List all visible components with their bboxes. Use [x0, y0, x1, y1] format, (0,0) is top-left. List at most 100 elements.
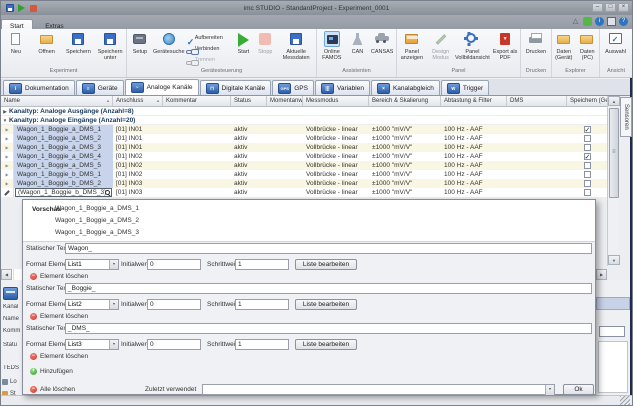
layout-icon[interactable]	[607, 17, 616, 26]
col-header-momentanwert[interactable]: Momentanwert	[267, 96, 303, 106]
table-row[interactable]: ▶ Wagon_1_Boggie_b_DMS_2 [01] IN03 aktiv…	[1, 179, 607, 188]
maximize-button[interactable]: □	[605, 3, 616, 12]
name-edit-input[interactable]: (Wagon_1_Boggie_b_DMS_3)	[15, 188, 112, 197]
tab-trigger[interactable]: wTrigger	[441, 80, 489, 95]
table-row[interactable]: ▶ Wagon_1_Boggie_a_DMS_3 [01] IN01 aktiv…	[1, 143, 607, 152]
ok-button[interactable]: Ok	[563, 384, 594, 395]
vertical-scrollbar[interactable]: ▲ ▼	[607, 96, 619, 266]
group-row-analoge-ausgaenge[interactable]: ▶Kanaltyp: Analoge Ausgänge (Anzahl=8)	[1, 107, 607, 116]
messdaten-speichern-button[interactable]: Aktuelle Messdaten speichern	[276, 29, 316, 61]
name-assistant-icon[interactable]	[105, 190, 110, 195]
scroll-right-icon[interactable]: ▶	[596, 269, 607, 280]
initialwert-input[interactable]: 0	[147, 339, 201, 350]
schrittweite-input[interactable]: 1	[235, 339, 289, 350]
start-button[interactable]: Start	[232, 29, 254, 55]
minimize-button[interactable]: –	[592, 3, 603, 12]
panel-anzeigen-button[interactable]: Panel anzeigen	[397, 29, 427, 61]
table-row[interactable]: ▶ Wagon_1_Boggie_b_DMS_1 [01] IN02 aktiv…	[1, 170, 607, 179]
delete-element-icon[interactable]: −	[30, 353, 37, 360]
tab-variablen[interactable]: |||Variablen	[315, 80, 370, 95]
tab-digitale-kanaele[interactable]: ⊓Digitale Kanäle	[200, 80, 272, 95]
liste-bearbeiten-button[interactable]: Liste bearbeiten	[295, 339, 357, 350]
add-element-icon[interactable]: +	[30, 368, 37, 375]
alle-loeschen-label[interactable]: Alle löschen	[40, 386, 75, 393]
scroll-down-icon[interactable]: ▼	[608, 255, 620, 265]
save-checkbox[interactable]	[584, 180, 591, 187]
speichern-unter-button[interactable]: Speichern unter	[94, 29, 126, 61]
col-header-anschluss[interactable]: Anschluss▲	[113, 96, 163, 106]
resize-grip[interactable]	[620, 396, 630, 406]
daten-geraet-button[interactable]: Daten (Gerät)	[552, 29, 576, 61]
geraetesuche-button[interactable]: Gerätesuche	[153, 29, 185, 55]
scrollbar-thumb[interactable]	[609, 108, 619, 198]
info-icon[interactable]: i	[595, 17, 604, 26]
scroll-up-icon[interactable]: ▲	[608, 96, 620, 106]
tab-gps[interactable]: GPSGPS	[272, 80, 314, 95]
panel-vollbild-button[interactable]: Panel Vollbildansicht	[455, 29, 491, 61]
statischer-text-input[interactable]: Wagon_	[65, 243, 592, 254]
group-row-analoge-eingaenge[interactable]: ▼Kanaltyp: Analoge Eingänge (Anzahl=20)	[1, 116, 607, 125]
plugin-icon[interactable]	[583, 17, 592, 26]
delete-element-icon[interactable]: −	[30, 273, 37, 280]
element-loeschen-label[interactable]: Element löschen	[40, 353, 88, 360]
table-row[interactable]: ▶ Wagon_1_Boggie_a_DMS_5 [01] IN02 aktiv…	[1, 161, 607, 170]
tab-kanalabgleich[interactable]: ×Kanalabgleich	[371, 80, 440, 95]
format-element-select[interactable]: List2▼	[65, 299, 119, 310]
tab-analoge-kanaele[interactable]: ~Analoge Kanäle	[125, 79, 199, 95]
element-loeschen-label[interactable]: Element löschen	[40, 313, 88, 320]
collapse-icon[interactable]: ▼	[1, 116, 9, 125]
initialwert-input[interactable]: 0	[147, 259, 201, 270]
save-checkbox[interactable]	[584, 126, 591, 133]
col-header-speichern[interactable]: Speichern (Gerät)	[567, 96, 607, 106]
liste-bearbeiten-button[interactable]: Liste bearbeiten	[295, 299, 357, 310]
delete-all-icon[interactable]: −	[30, 386, 37, 393]
zuletzt-verwendet-select[interactable]: ▼	[202, 384, 555, 395]
neu-button[interactable]: Neu	[1, 29, 31, 55]
col-header-dms[interactable]: DMS	[507, 96, 567, 106]
statischer-text-input[interactable]: _Boggie_	[65, 283, 592, 294]
table-row[interactable]: ▶ Wagon_1_Boggie_a_DMS_4 [01] IN02 aktiv…	[1, 152, 607, 161]
close-button[interactable]: ×	[618, 3, 629, 12]
hinzufuegen-label[interactable]: Hinzufügen	[40, 368, 73, 375]
col-header-messmodus[interactable]: Messmodus	[303, 96, 369, 106]
initialwert-input[interactable]: 0	[147, 299, 201, 310]
format-element-select[interactable]: List3▼	[65, 339, 119, 350]
setup-button[interactable]: Setup	[127, 29, 153, 55]
drucken-button[interactable]: Drucken	[521, 29, 551, 55]
logbook-tab[interactable]: Lo	[2, 379, 17, 385]
online-famos-button[interactable]: Online FAMOS	[317, 29, 347, 61]
details-input-fragment[interactable]	[599, 326, 625, 337]
sensoren-side-tab[interactable]: Sensoren	[620, 97, 632, 137]
table-row[interactable]: ▶ Wagon_1_Boggie_a_DMS_1 [01] IN01 aktiv…	[1, 125, 607, 134]
daten-pc-button[interactable]: Daten (PC)	[576, 29, 600, 61]
table-row[interactable]: ▶ Wagon_1_Boggie_a_DMS_2 [01] IN01 aktiv…	[1, 134, 607, 143]
col-header-abtastung[interactable]: Abtastung & Filter	[441, 96, 507, 106]
export-pdf-button[interactable]: ▼Export als PDF	[490, 29, 520, 61]
speichern-button[interactable]: Speichern	[63, 29, 95, 55]
table-row-editing[interactable]: (Wagon_1_Boggie_b_DMS_3) [01] IN03 aktiv…	[1, 188, 607, 197]
aufbereiten-button[interactable]: ✓Aufbereiten	[185, 32, 233, 43]
scroll-left-icon[interactable]: ◀	[1, 269, 12, 280]
save-checkbox[interactable]	[584, 162, 591, 169]
expand-icon[interactable]: ▶	[1, 107, 9, 116]
save-checkbox[interactable]	[584, 189, 591, 196]
collapse-ribbon-icon[interactable]: △	[571, 17, 580, 26]
verbinden-button[interactable]: Verbinden	[185, 43, 233, 54]
statischer-text-input[interactable]: _DMS_	[65, 323, 592, 334]
design-modus-button[interactable]: Design Modus	[427, 29, 455, 61]
save-checkbox[interactable]	[584, 153, 591, 160]
col-header-kommentar[interactable]: Kommentar	[163, 96, 231, 106]
help-icon[interactable]: ?	[619, 17, 628, 26]
col-header-bereich[interactable]: Bereich & Skalierung	[369, 96, 441, 106]
cansas-button[interactable]: CANSAS	[368, 29, 396, 55]
stopp-button[interactable]: Stopp	[254, 29, 276, 55]
save-checkbox[interactable]	[584, 144, 591, 151]
liste-bearbeiten-button[interactable]: Liste bearbeiten	[295, 259, 357, 270]
schrittweite-input[interactable]: 1	[235, 299, 289, 310]
tab-geraete[interactable]: ≡Geräte	[76, 80, 124, 95]
oeffnen-button[interactable]: Öffnen	[31, 29, 63, 55]
trennen-button[interactable]: Trennen	[185, 54, 233, 65]
col-header-name[interactable]: Name▲	[1, 96, 113, 106]
save-checkbox[interactable]	[584, 171, 591, 178]
can-button[interactable]: CAN	[347, 29, 369, 55]
